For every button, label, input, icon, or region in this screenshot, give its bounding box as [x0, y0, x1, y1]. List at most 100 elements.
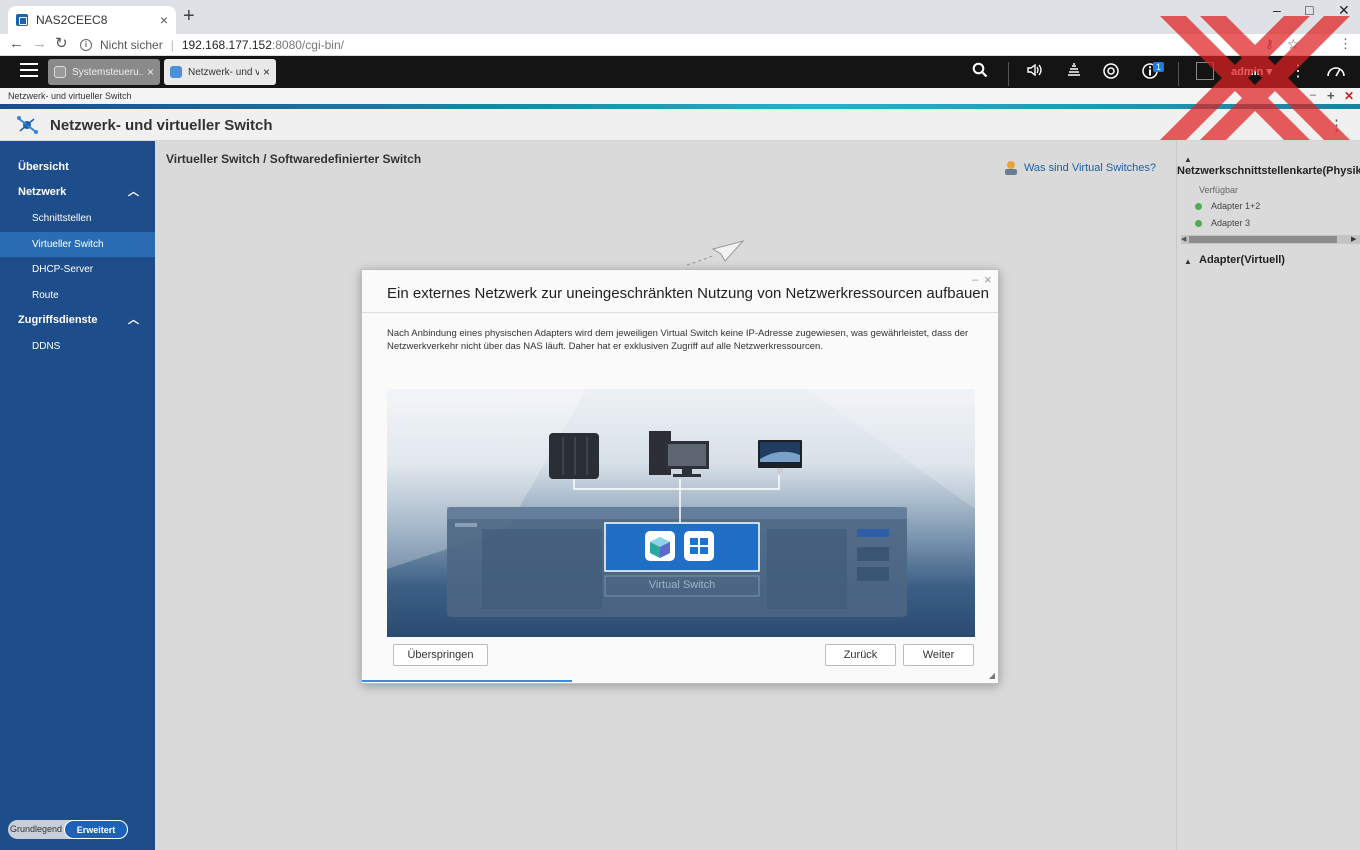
app-maximize-button[interactable]: +: [1327, 88, 1335, 103]
sidebar-item-label: Übersicht: [18, 161, 69, 173]
adapter-item[interactable]: Adapter 3: [1195, 218, 1251, 228]
adapter-item[interactable]: Adapter 1+2: [1195, 201, 1261, 211]
notification-badge: 1: [1153, 62, 1165, 72]
browser-tab-strip: NAS2CEEC8 × + – □ ✕: [0, 0, 1360, 34]
paper-plane-icon: [686, 240, 745, 266]
dialog-divider: [362, 312, 998, 313]
mode-advanced-option[interactable]: Erweitert: [64, 820, 128, 839]
hamburger-menu-icon[interactable]: [20, 63, 38, 79]
app-tab-network-switch[interactable]: Netzwerk- und v... ×: [164, 59, 276, 85]
close-app-tab-icon[interactable]: ×: [263, 65, 270, 79]
virtual-switch-illustration: Virtual Switch: [387, 389, 975, 637]
volume-icon[interactable]: [1025, 62, 1045, 82]
dialog-description: Nach Anbindung eines physischen Adapters…: [387, 328, 969, 352]
gear-icon: [54, 66, 66, 78]
network-switch-logo-icon: [17, 116, 38, 134]
info-icon[interactable]: i: [80, 39, 92, 51]
window-maximize-button[interactable]: □: [1305, 2, 1313, 18]
sidebar-item-overview[interactable]: Übersicht: [0, 155, 155, 180]
forward-arrow-icon[interactable]: →: [32, 34, 47, 54]
app-window-titlebar: Netzwerk- und virtueller Switch – + ✕: [0, 88, 1360, 104]
collapse-caret-icon[interactable]: ▲: [1184, 155, 1192, 164]
user-menu[interactable]: admin ▾: [1231, 65, 1272, 78]
mode-basic-option[interactable]: Grundlegend: [8, 820, 64, 839]
illustration-graphic: [387, 389, 975, 617]
url-host: 192.168.177.152: [181, 38, 272, 52]
breadcrumb: Virtueller Switch / Softwaredefinierter …: [166, 152, 422, 166]
help-person-icon: [1004, 161, 1017, 175]
username: admin: [1231, 66, 1264, 78]
more-options-icon[interactable]: ⋮: [1288, 62, 1308, 82]
help-link[interactable]: Was sind Virtual Switches?: [1003, 160, 1156, 176]
sidebar-item-dhcp-server[interactable]: DHCP-Server: [0, 257, 155, 282]
app-header: Netzwerk- und virtueller Switch ⋮: [0, 109, 1360, 141]
qnap-favicon-icon: [16, 14, 28, 26]
app-tab-control-panel[interactable]: Systemsteueru... ×: [48, 59, 160, 85]
help-link-label: Was sind Virtual Switches?: [1023, 162, 1156, 174]
app-window-label: Netzwerk- und virtueller Switch: [8, 91, 132, 101]
url-separator: |: [170, 38, 174, 52]
browser-tab-title: NAS2CEEC8: [36, 13, 108, 27]
dashboard-gauge-icon[interactable]: [1326, 62, 1346, 82]
wizard-dialog: – × Ein externes Netzwerk zur uneingesch…: [361, 269, 999, 684]
toolbar-divider: [1178, 62, 1179, 86]
sidebar: Übersicht Netzwerk ︿ Schnittstellen Virtu…: [0, 141, 155, 850]
horizontal-scrollbar[interactable]: ◀ ▶: [1181, 235, 1360, 244]
chevron-down-icon: ▾: [1266, 66, 1272, 78]
scroll-left-icon[interactable]: ◀: [1181, 235, 1186, 243]
sidebar-item-label: Virtueller Switch: [32, 239, 104, 250]
browser-tab[interactable]: NAS2CEEC8 ×: [8, 6, 176, 34]
resize-grip-icon[interactable]: ◢: [989, 671, 995, 680]
chevron-up-icon[interactable]: ︿: [128, 180, 139, 205]
browser-menu-icon[interactable]: ⋮: [1339, 34, 1352, 54]
adapter-label: Adapter 1+2: [1211, 201, 1261, 211]
back-arrow-icon[interactable]: ←: [9, 34, 24, 54]
nic-section-title: Netzwerkschnittstellenkarte(Physikalisch…: [1177, 165, 1360, 177]
background-tasks-icon[interactable]: [1064, 62, 1084, 82]
sidebar-item-label: Zugriffsdienste: [18, 314, 98, 326]
avatar[interactable]: [1196, 62, 1214, 80]
key-icon[interactable]: ⚷: [1265, 34, 1274, 54]
star-icon[interactable]: ☆: [1287, 34, 1300, 54]
scroll-right-icon[interactable]: ▶: [1351, 235, 1356, 243]
address-bar: ← → ↻ i Nicht sicher | 192.168.177.152 :…: [0, 34, 1360, 56]
window-close-button[interactable]: ✕: [1338, 2, 1350, 19]
window-minimize-button[interactable]: –: [1273, 2, 1281, 18]
mode-toggle[interactable]: Grundlegend Erweitert: [8, 820, 128, 839]
app-more-icon[interactable]: ⋮: [1329, 116, 1344, 134]
app-tab-label: Systemsteueru...: [72, 66, 143, 78]
sidebar-item-label: Route: [32, 290, 59, 301]
url-field[interactable]: i Nicht sicher | 192.168.177.152 :8080/c…: [80, 35, 1280, 55]
chevron-up-icon[interactable]: ︿: [128, 308, 139, 333]
wizard-progress-bar: [362, 680, 572, 682]
virtual-adapter-title: Adapter(Virtuell): [1199, 254, 1285, 266]
app-minimize-button[interactable]: –: [1310, 89, 1316, 101]
qts-top-bar: Systemsteueru... × Netzwerk- und v... × …: [0, 56, 1360, 88]
external-device-icon[interactable]: [1101, 62, 1121, 82]
network-switch-icon: [170, 66, 182, 78]
scrollbar-thumb[interactable]: [1189, 236, 1337, 243]
reload-icon[interactable]: ↻: [55, 34, 68, 54]
sidebar-item-interfaces[interactable]: Schnittstellen: [0, 206, 155, 231]
security-label: Nicht sicher: [100, 38, 163, 52]
virtual-switch-label: Virtual Switch: [648, 579, 716, 591]
status-dot: [1195, 202, 1202, 210]
sidebar-item-ddns[interactable]: DDNS: [0, 334, 155, 359]
sidebar-item-access-services[interactable]: Zugriffsdienste ︿: [0, 308, 155, 333]
sidebar-item-virtual-switch[interactable]: Virtueller Switch: [0, 232, 155, 257]
back-button[interactable]: Zurück: [825, 644, 896, 666]
next-button[interactable]: Weiter: [903, 644, 974, 666]
adapter-label: Adapter 3: [1211, 218, 1251, 228]
collapse-caret-icon[interactable]: ▲: [1184, 257, 1192, 266]
right-panel: ▲ Netzwerkschnittstellenkarte(Physikalis…: [1176, 141, 1360, 850]
available-label: Verfügbar: [1199, 185, 1239, 195]
search-icon[interactable]: [970, 62, 990, 82]
sidebar-item-network[interactable]: Netzwerk ︿: [0, 180, 155, 205]
sidebar-item-route[interactable]: Route: [0, 283, 155, 308]
new-tab-button[interactable]: +: [183, 6, 195, 26]
skip-button[interactable]: Überspringen: [393, 644, 488, 666]
close-tab-icon[interactable]: ×: [160, 12, 168, 28]
close-app-tab-icon[interactable]: ×: [147, 65, 154, 79]
app-close-button[interactable]: ✕: [1344, 89, 1354, 103]
sidebar-item-label: DHCP-Server: [32, 264, 94, 275]
